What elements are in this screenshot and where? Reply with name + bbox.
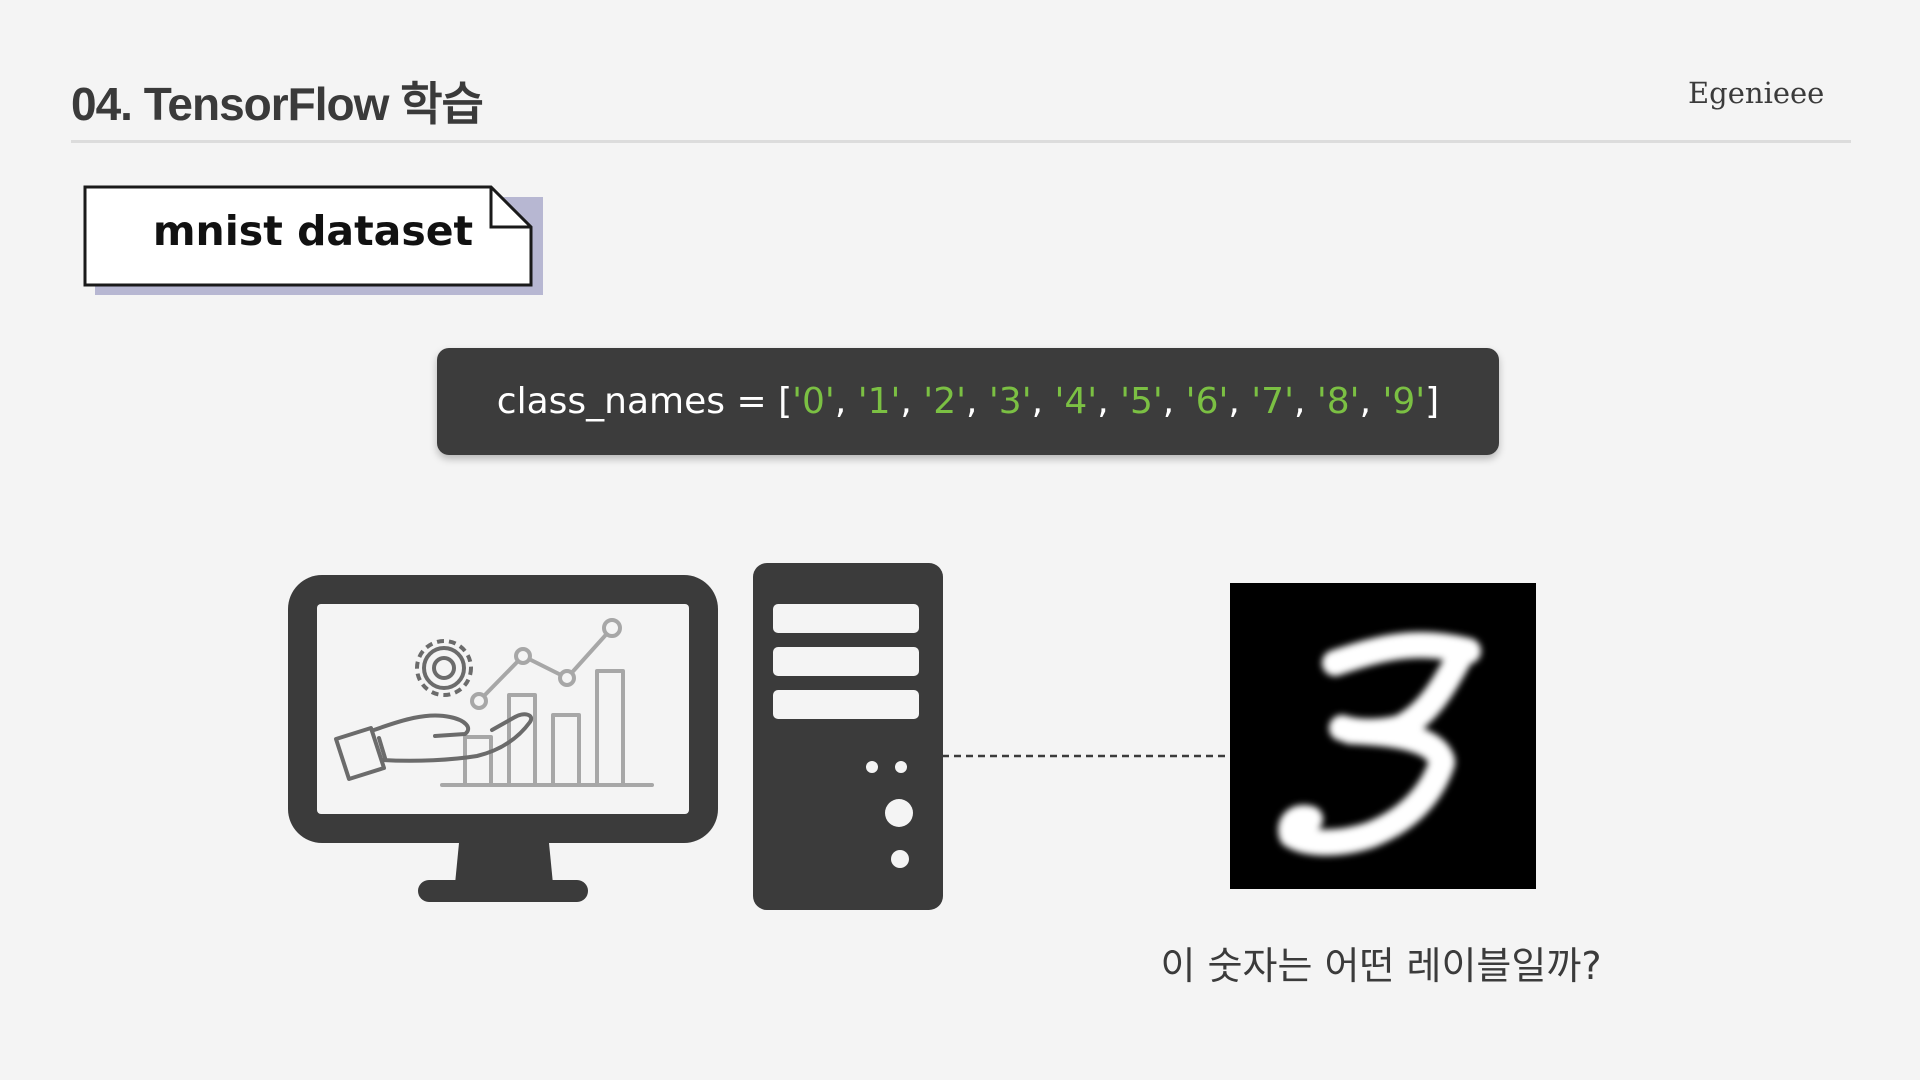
code-separator: , <box>1293 381 1317 422</box>
handwritten-digit-three <box>1278 632 1481 856</box>
code-suffix: ] <box>1425 381 1440 422</box>
mnist-digit-image <box>1230 583 1536 889</box>
code-item-5: '5' <box>1120 381 1163 422</box>
code-item-7: '7' <box>1251 381 1294 422</box>
monitor-icon <box>288 575 718 902</box>
code-item-0: '0' <box>792 381 835 422</box>
code-item-6: '6' <box>1185 381 1229 422</box>
code-separator: , <box>1162 381 1186 422</box>
code-item-9: '9' <box>1382 381 1426 422</box>
code-item-4: '4' <box>1054 381 1098 422</box>
connector-line <box>942 754 1240 758</box>
code-block: class_names = ['0', '1', '2', '3', '4', … <box>437 348 1499 455</box>
code-item-2: '2' <box>923 381 966 422</box>
code-prefix: class_names = [ <box>496 381 793 422</box>
code-separator: , <box>1228 381 1252 422</box>
code-item-3: '3' <box>988 381 1032 422</box>
title-divider <box>71 140 1851 143</box>
section-tag-label: mnist dataset <box>152 207 474 255</box>
question-text: 이 숫자는 어떤 레이블일까? <box>1160 944 1602 988</box>
code-separator: , <box>900 381 924 422</box>
page-title: 04. TensorFlow 학습 <box>71 78 484 130</box>
code-separator: , <box>1359 381 1383 422</box>
computer-tower-icon <box>753 563 943 910</box>
brand-logo: Egenieee <box>1688 76 1825 110</box>
computer-illustration <box>288 563 943 910</box>
section-tag: mnist dataset <box>83 185 545 297</box>
code-item-1: '1' <box>857 381 901 422</box>
code-item-8: '8' <box>1316 381 1360 422</box>
code-separator: , <box>1031 381 1055 422</box>
code-separator: , <box>1097 381 1121 422</box>
code-separator: , <box>966 381 989 422</box>
code-separator: , <box>834 381 858 422</box>
